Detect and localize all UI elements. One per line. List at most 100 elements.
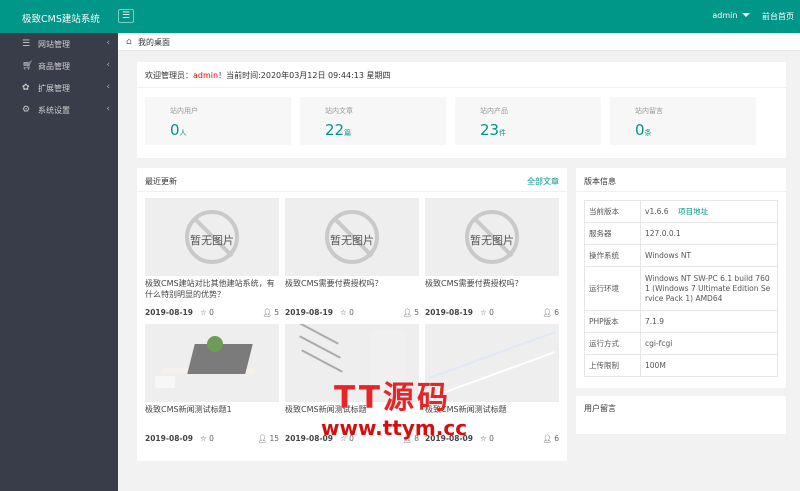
article-meta: 2019-08-19 ☆ 0 👤︎ 6 <box>425 308 559 318</box>
watermark-url: www.ttym.cc <box>321 416 468 440</box>
stat-messages[interactable]: 站内留言 0条 <box>610 97 756 145</box>
article-card[interactable]: 暂无图片 极致CMS建站对比其他建站系统，有什么特别明显的优势？ 2019-08… <box>145 198 279 320</box>
stat-users[interactable]: 站内用户 0人 <box>145 97 291 145</box>
version-title: 版本信息 <box>584 177 616 186</box>
divider <box>137 191 567 192</box>
version-value: 100M <box>640 354 778 377</box>
sidebar-item-products[interactable]: 🛒︎ 商品管理 ‹ <box>0 55 118 77</box>
stat-label: 站内文章 <box>325 107 353 115</box>
article-title[interactable]: 极致CMS需要付费授权吗？ <box>425 278 559 289</box>
version-table: 当前版本 v1.6.6 项目地址 服务器 127.0.0.1 操作系统 Wind… <box>584 200 778 377</box>
welcome-panel: 欢迎管理员：admin！当前时间:2020年03月12日 09:44:13 星期… <box>137 62 786 158</box>
watermark: TT源码 www.ttym.cc <box>314 372 510 444</box>
table-row: 运行环境 Windows NT SW-PC 6.1 build 7601 (Wi… <box>584 266 778 311</box>
chevron-left-icon: ‹ <box>106 82 110 92</box>
version-key: 操作系统 <box>584 244 641 267</box>
recent-title: 最近更新 <box>145 177 177 186</box>
user-icon: 👤︎ 6 <box>542 308 559 317</box>
project-link[interactable]: 项目地址 <box>678 207 708 216</box>
article-card[interactable]: 极致CMS新闻测试标题1 2019-08-09 ☆ 0 👤︎ 15 <box>145 324 279 446</box>
sidebar-item-label: 网站管理 <box>38 40 70 49</box>
article-date: 2019-08-19 <box>285 308 333 317</box>
divider <box>576 191 786 192</box>
messages-title: 用户留言 <box>584 404 616 413</box>
version-key: PHP版本 <box>584 310 641 333</box>
sidebar-item-website[interactable]: ☰ 网站管理 ‹ <box>0 33 118 55</box>
stat-value: 22篇 <box>325 121 352 139</box>
cart-icon: 🛒︎ <box>22 61 34 71</box>
gear-icon: ⚙ <box>22 105 31 115</box>
stat-articles[interactable]: 站内文章 22篇 <box>300 97 446 145</box>
version-value: 127.0.0.1 <box>640 222 778 245</box>
breadcrumb: ⌂ 我的桌面 <box>118 33 800 51</box>
stat-label: 站内产品 <box>480 107 508 115</box>
caret-down-icon[interactable] <box>742 13 750 17</box>
user-icon: 👤︎ 15 <box>257 434 279 443</box>
username[interactable]: admin <box>712 11 737 20</box>
sidebar-item-extensions[interactable]: ✿ 扩展管理 ‹ <box>0 77 118 99</box>
all-articles-link[interactable]: 全部文章 <box>527 176 559 187</box>
version-value: Windows NT <box>640 244 778 267</box>
watermark-logo: TT源码 <box>334 380 452 416</box>
version-key: 服务器 <box>584 222 641 245</box>
article-title[interactable]: 极致CMS需要付费授权吗？ <box>285 278 419 289</box>
sidebar-item-label: 商品管理 <box>38 62 70 71</box>
menu-icon[interactable]: ☰ <box>118 9 134 23</box>
article-meta: 2019-08-09 ☆ 0 👤︎ 15 <box>145 434 279 444</box>
chevron-left-icon: ‹ <box>106 38 110 48</box>
article-card[interactable]: 暂无图片 极致CMS需要付费授权吗？ 2019-08-19 ☆ 0 👤︎ 5 <box>285 198 419 320</box>
stat-value: 0条 <box>635 121 652 139</box>
table-row: 服务器 127.0.0.1 <box>584 222 778 245</box>
admin-name: admin <box>193 71 219 80</box>
version-value: Windows NT SW-PC 6.1 build 7601 (Windows… <box>640 266 778 311</box>
user-icon: 👤︎ 6 <box>542 434 559 443</box>
no-image-placeholder: 暂无图片 <box>285 198 419 276</box>
list-icon: ☰ <box>22 39 31 49</box>
welcome-prefix: 欢迎管理员： <box>145 71 193 80</box>
no-image-placeholder: 暂无图片 <box>145 198 279 276</box>
star-icon: ☆ 0 <box>200 434 214 443</box>
stat-products[interactable]: 站内产品 23件 <box>455 97 601 145</box>
version-key: 运行环境 <box>584 266 641 311</box>
user-icon: 👤︎ 5 <box>402 308 419 317</box>
article-card[interactable]: 暂无图片 极致CMS需要付费授权吗？ 2019-08-19 ☆ 0 👤︎ 6 <box>425 198 559 320</box>
article-meta: 2019-08-19 ☆ 0 👤︎ 5 <box>285 308 419 318</box>
version-value: 7.1.9 <box>640 310 778 333</box>
no-image-placeholder: 暂无图片 <box>425 198 559 276</box>
stat-label: 站内用户 <box>170 107 198 115</box>
page-title[interactable]: 我的桌面 <box>138 37 170 48</box>
user-icon: 👤︎ 5 <box>262 308 279 317</box>
version-key: 当前版本 <box>584 200 641 223</box>
version-value: v1.6.6 项目地址 <box>640 200 778 223</box>
app-logo[interactable]: 极致CMS建站系统 <box>22 11 100 25</box>
table-row: 当前版本 v1.6.6 项目地址 <box>584 200 778 223</box>
top-header: 极致CMS建站系统 ☰ admin 前台首页 <box>0 0 800 33</box>
star-icon: ☆ 0 <box>480 308 494 317</box>
article-meta: 2019-08-19 ☆ 0 👤︎ 5 <box>145 308 279 318</box>
stat-value: 0人 <box>170 121 187 139</box>
sidebar-item-settings[interactable]: ⚙ 系统设置 ‹ <box>0 99 118 121</box>
home-link[interactable]: 前台首页 <box>762 11 794 22</box>
version-info-panel: 版本信息 当前版本 v1.6.6 项目地址 服务器 127.0.0.1 操作系统… <box>576 168 786 388</box>
stat-value: 23件 <box>480 121 507 139</box>
table-row: 运行方式 cgi-fcgi <box>584 332 778 355</box>
home-icon: ⌂ <box>126 37 132 47</box>
sidebar-item-label: 扩展管理 <box>38 84 70 93</box>
table-row: 上传限制 100M <box>584 354 778 377</box>
user-messages-panel: 用户留言 <box>576 396 786 434</box>
no-image-text: 暂无图片 <box>470 234 514 247</box>
no-image-text: 暂无图片 <box>330 234 374 247</box>
star-icon: ☆ 0 <box>200 308 214 317</box>
welcome-message: 欢迎管理员：admin！当前时间:2020年03月12日 09:44:13 星期… <box>145 70 391 81</box>
stat-label: 站内留言 <box>635 107 663 115</box>
version-key: 运行方式 <box>584 332 641 355</box>
article-title[interactable]: 极致CMS新闻测试标题1 <box>145 404 279 415</box>
article-title[interactable]: 极致CMS建站对比其他建站系统，有什么特别明显的优势？ <box>145 278 279 300</box>
plugin-icon: ✿ <box>22 83 30 93</box>
chevron-left-icon: ‹ <box>106 104 110 114</box>
article-date: 2019-08-09 <box>145 434 193 443</box>
star-icon: ☆ 0 <box>340 308 354 317</box>
divider <box>137 87 786 88</box>
version-key: 上传限制 <box>584 354 641 377</box>
user-menu[interactable]: admin <box>712 11 750 20</box>
